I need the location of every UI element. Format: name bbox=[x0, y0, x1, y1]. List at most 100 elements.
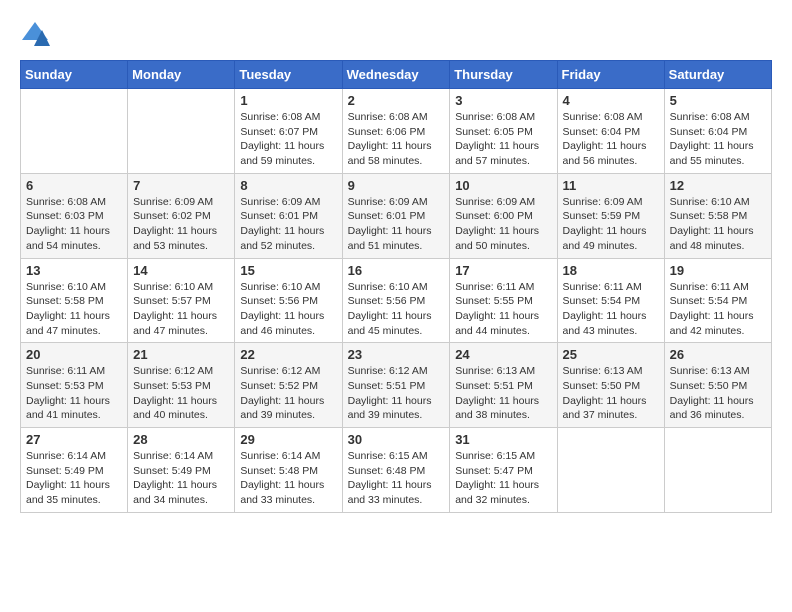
calendar-cell: 5 Sunrise: 6:08 AMSunset: 6:04 PMDaylight… bbox=[664, 89, 771, 174]
calendar-cell: 7 Sunrise: 6:09 AMSunset: 6:02 PMDaylight… bbox=[128, 173, 235, 258]
day-number: 18 bbox=[563, 263, 659, 278]
day-number: 13 bbox=[26, 263, 122, 278]
calendar-week-row: 27 Sunrise: 6:14 AMSunset: 5:49 PMDayligh… bbox=[21, 428, 772, 513]
day-number: 25 bbox=[563, 347, 659, 362]
day-info: Sunrise: 6:08 AMSunset: 6:06 PMDaylight:… bbox=[348, 110, 445, 169]
day-info: Sunrise: 6:11 AMSunset: 5:53 PMDaylight:… bbox=[26, 364, 122, 423]
day-number: 7 bbox=[133, 178, 229, 193]
day-info: Sunrise: 6:14 AMSunset: 5:49 PMDaylight:… bbox=[26, 449, 122, 508]
calendar-cell: 31 Sunrise: 6:15 AMSunset: 5:47 PMDayligh… bbox=[450, 428, 557, 513]
day-number: 30 bbox=[348, 432, 445, 447]
day-number: 17 bbox=[455, 263, 551, 278]
calendar-week-row: 13 Sunrise: 6:10 AMSunset: 5:58 PMDayligh… bbox=[21, 258, 772, 343]
calendar-cell: 1Sunrise: 6:08 AMSunset: 6:07 PMDaylight… bbox=[235, 89, 342, 174]
day-number: 26 bbox=[670, 347, 766, 362]
calendar-cell: 29 Sunrise: 6:14 AMSunset: 5:48 PMDayligh… bbox=[235, 428, 342, 513]
calendar-cell: 12 Sunrise: 6:10 AMSunset: 5:58 PMDayligh… bbox=[664, 173, 771, 258]
calendar-cell: 14 Sunrise: 6:10 AMSunset: 5:57 PMDayligh… bbox=[128, 258, 235, 343]
calendar-week-row: 20 Sunrise: 6:11 AMSunset: 5:53 PMDayligh… bbox=[21, 343, 772, 428]
day-number: 20 bbox=[26, 347, 122, 362]
day-number: 12 bbox=[670, 178, 766, 193]
calendar-cell: 25 Sunrise: 6:13 AMSunset: 5:50 PMDayligh… bbox=[557, 343, 664, 428]
weekday-header-row: SundayMondayTuesdayWednesdayThursdayFrid… bbox=[21, 61, 772, 89]
day-info: Sunrise: 6:11 AMSunset: 5:54 PMDaylight:… bbox=[670, 280, 766, 339]
day-number: 4 bbox=[563, 93, 659, 108]
day-info: Sunrise: 6:13 AMSunset: 5:50 PMDaylight:… bbox=[670, 364, 766, 423]
day-info: Sunrise: 6:09 AMSunset: 6:01 PMDaylight:… bbox=[348, 195, 445, 254]
calendar-cell: 16 Sunrise: 6:10 AMSunset: 5:56 PMDayligh… bbox=[342, 258, 450, 343]
day-number: 10 bbox=[455, 178, 551, 193]
calendar-cell: 30 Sunrise: 6:15 AMSunset: 6:48 PMDayligh… bbox=[342, 428, 450, 513]
day-number: 8 bbox=[240, 178, 336, 193]
day-info: Sunrise: 6:09 AMSunset: 6:01 PMDaylight:… bbox=[240, 195, 336, 254]
calendar-week-row: 1Sunrise: 6:08 AMSunset: 6:07 PMDaylight… bbox=[21, 89, 772, 174]
day-info: Sunrise: 6:11 AMSunset: 5:54 PMDaylight:… bbox=[563, 280, 659, 339]
day-info: Sunrise: 6:08 AMSunset: 6:04 PMDaylight:… bbox=[563, 110, 659, 169]
weekday-header: Monday bbox=[128, 61, 235, 89]
day-info: Sunrise: 6:15 AMSunset: 6:48 PMDaylight:… bbox=[348, 449, 445, 508]
calendar-cell: 4 Sunrise: 6:08 AMSunset: 6:04 PMDaylight… bbox=[557, 89, 664, 174]
logo bbox=[20, 20, 54, 50]
day-info: Sunrise: 6:15 AMSunset: 5:47 PMDaylight:… bbox=[455, 449, 551, 508]
day-number: 22 bbox=[240, 347, 336, 362]
calendar-cell bbox=[664, 428, 771, 513]
day-number: 15 bbox=[240, 263, 336, 278]
day-number: 29 bbox=[240, 432, 336, 447]
weekday-header: Saturday bbox=[664, 61, 771, 89]
day-info: Sunrise: 6:12 AMSunset: 5:53 PMDaylight:… bbox=[133, 364, 229, 423]
calendar-cell: 24 Sunrise: 6:13 AMSunset: 5:51 PMDayligh… bbox=[450, 343, 557, 428]
calendar-cell: 15 Sunrise: 6:10 AMSunset: 5:56 PMDayligh… bbox=[235, 258, 342, 343]
weekday-header: Thursday bbox=[450, 61, 557, 89]
day-number: 27 bbox=[26, 432, 122, 447]
weekday-header: Tuesday bbox=[235, 61, 342, 89]
calendar-cell: 11 Sunrise: 6:09 AMSunset: 5:59 PMDayligh… bbox=[557, 173, 664, 258]
calendar-table: SundayMondayTuesdayWednesdayThursdayFrid… bbox=[20, 60, 772, 513]
day-info: Sunrise: 6:10 AMSunset: 5:57 PMDaylight:… bbox=[133, 280, 229, 339]
day-info: Sunrise: 6:13 AMSunset: 5:51 PMDaylight:… bbox=[455, 364, 551, 423]
calendar-cell: 22Sunrise: 6:12 AMSunset: 5:52 PMDayligh… bbox=[235, 343, 342, 428]
calendar-cell bbox=[128, 89, 235, 174]
day-info: Sunrise: 6:09 AMSunset: 6:00 PMDaylight:… bbox=[455, 195, 551, 254]
day-number: 14 bbox=[133, 263, 229, 278]
page-header bbox=[20, 20, 772, 50]
day-info: Sunrise: 6:13 AMSunset: 5:50 PMDaylight:… bbox=[563, 364, 659, 423]
calendar-cell: 3Sunrise: 6:08 AMSunset: 6:05 PMDaylight… bbox=[450, 89, 557, 174]
calendar-week-row: 6 Sunrise: 6:08 AMSunset: 6:03 PMDaylight… bbox=[21, 173, 772, 258]
day-number: 6 bbox=[26, 178, 122, 193]
day-info: Sunrise: 6:09 AMSunset: 6:02 PMDaylight:… bbox=[133, 195, 229, 254]
day-info: Sunrise: 6:08 AMSunset: 6:04 PMDaylight:… bbox=[670, 110, 766, 169]
day-info: Sunrise: 6:12 AMSunset: 5:51 PMDaylight:… bbox=[348, 364, 445, 423]
day-number: 11 bbox=[563, 178, 659, 193]
calendar-cell: 27 Sunrise: 6:14 AMSunset: 5:49 PMDayligh… bbox=[21, 428, 128, 513]
day-info: Sunrise: 6:10 AMSunset: 5:56 PMDaylight:… bbox=[240, 280, 336, 339]
day-number: 24 bbox=[455, 347, 551, 362]
calendar-cell: 28Sunrise: 6:14 AMSunset: 5:49 PMDayligh… bbox=[128, 428, 235, 513]
calendar-cell: 10 Sunrise: 6:09 AMSunset: 6:00 PMDayligh… bbox=[450, 173, 557, 258]
calendar-cell: 8 Sunrise: 6:09 AMSunset: 6:01 PMDaylight… bbox=[235, 173, 342, 258]
day-info: Sunrise: 6:10 AMSunset: 5:58 PMDaylight:… bbox=[26, 280, 122, 339]
calendar-cell: 17 Sunrise: 6:11 AMSunset: 5:55 PMDayligh… bbox=[450, 258, 557, 343]
day-info: Sunrise: 6:10 AMSunset: 5:56 PMDaylight:… bbox=[348, 280, 445, 339]
calendar-cell: 19Sunrise: 6:11 AMSunset: 5:54 PMDayligh… bbox=[664, 258, 771, 343]
day-info: Sunrise: 6:10 AMSunset: 5:58 PMDaylight:… bbox=[670, 195, 766, 254]
logo-icon bbox=[20, 20, 50, 50]
day-number: 5 bbox=[670, 93, 766, 108]
day-number: 21 bbox=[133, 347, 229, 362]
calendar-cell bbox=[21, 89, 128, 174]
day-info: Sunrise: 6:08 AMSunset: 6:03 PMDaylight:… bbox=[26, 195, 122, 254]
day-number: 31 bbox=[455, 432, 551, 447]
weekday-header: Friday bbox=[557, 61, 664, 89]
calendar-cell: 26 Sunrise: 6:13 AMSunset: 5:50 PMDayligh… bbox=[664, 343, 771, 428]
day-number: 16 bbox=[348, 263, 445, 278]
day-number: 23 bbox=[348, 347, 445, 362]
calendar-cell: 23 Sunrise: 6:12 AMSunset: 5:51 PMDayligh… bbox=[342, 343, 450, 428]
day-number: 2 bbox=[348, 93, 445, 108]
weekday-header: Sunday bbox=[21, 61, 128, 89]
day-number: 3 bbox=[455, 93, 551, 108]
day-info: Sunrise: 6:09 AMSunset: 5:59 PMDaylight:… bbox=[563, 195, 659, 254]
day-info: Sunrise: 6:14 AMSunset: 5:48 PMDaylight:… bbox=[240, 449, 336, 508]
calendar-cell: 20 Sunrise: 6:11 AMSunset: 5:53 PMDayligh… bbox=[21, 343, 128, 428]
day-info: Sunrise: 6:11 AMSunset: 5:55 PMDaylight:… bbox=[455, 280, 551, 339]
day-number: 9 bbox=[348, 178, 445, 193]
calendar-cell bbox=[557, 428, 664, 513]
